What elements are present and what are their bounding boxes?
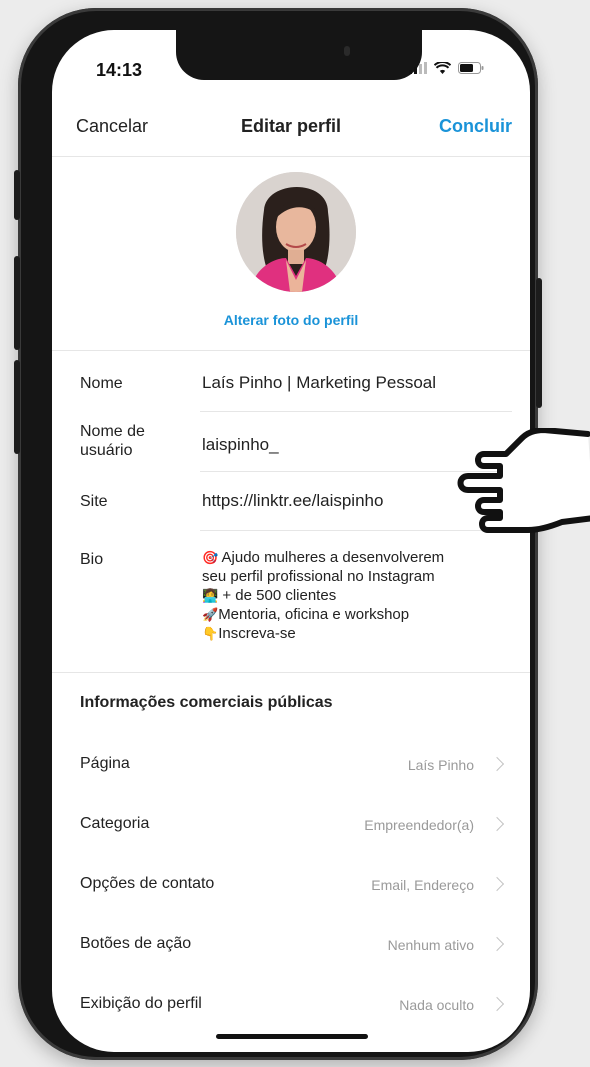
name-label: Nome [80, 375, 123, 392]
row-value: Nenhum ativo [387, 937, 474, 953]
row-label: Categoria [80, 815, 150, 832]
notch [176, 30, 422, 80]
done-button[interactable]: Concluir [439, 116, 512, 137]
row-value: Email, Endereço [371, 877, 474, 893]
row-label: Opções de contato [80, 875, 215, 892]
camera-dot [344, 46, 350, 56]
row-label: Exibição do perfil [80, 995, 202, 1012]
site-field[interactable]: https://linktr.ee/laispinho [202, 491, 383, 511]
divider [52, 672, 530, 673]
home-indicator[interactable] [216, 1034, 368, 1039]
screen: 14:13 Cancelar Editar perfil Concluir Al… [52, 30, 530, 1052]
row-value: Laís Pinho [407, 757, 474, 773]
row-label: Página [80, 755, 130, 772]
bio-line: 🚀Mentoria, oficina e workshop [202, 605, 517, 624]
wifi-icon [434, 62, 451, 74]
divider [52, 350, 530, 351]
bio-line: seu perfil profissional no Instagram [202, 567, 517, 586]
side-button-volume-up [14, 256, 20, 350]
side-button-power [536, 278, 542, 408]
chevron-right-icon [489, 936, 505, 952]
row-value: Empreendedor(a) [364, 817, 474, 833]
woman-technologist-emoji-icon: 👩‍💻 [202, 588, 219, 603]
rocket-emoji-icon: 🚀 [202, 607, 219, 622]
pointing-hand-icon [457, 428, 590, 533]
site-label: Site [80, 493, 108, 510]
username-label-line2: usuário [80, 442, 133, 459]
side-button-mute [14, 170, 20, 220]
pointing-down-emoji-icon: 👇 [202, 626, 219, 641]
bio-line: 👩‍💻 + de 500 clientes [202, 586, 517, 605]
bio-field[interactable]: 🎯 Ajudo mulheres a desenvolverem seu per… [202, 548, 517, 643]
chevron-right-icon [489, 816, 505, 832]
chevron-right-icon [489, 756, 505, 772]
target-emoji-icon: 🎯 [202, 550, 219, 565]
field-separator [200, 411, 512, 412]
row-label: Botões de ação [80, 935, 192, 952]
avatar-image [236, 172, 356, 292]
status-icons [409, 62, 484, 74]
status-time: 14:13 [96, 60, 143, 80]
cancel-button[interactable]: Cancelar [76, 116, 148, 137]
username-label-line1: Nome de [80, 423, 145, 440]
bio-line-text: Inscreva-se [218, 625, 296, 642]
business-section-title: Informações comerciais públicas [80, 694, 333, 711]
username-label: Nome de usuário [80, 422, 145, 460]
signal-icon [409, 62, 427, 74]
bio-label: Bio [80, 551, 104, 568]
bio-line: 👇Inscreva-se [202, 624, 517, 643]
bio-line-text: Ajudo mulheres a desenvolverem [221, 549, 445, 566]
navigation-bar: Cancelar Editar perfil Concluir [52, 102, 530, 157]
chevron-right-icon [489, 876, 505, 892]
battery-icon [458, 62, 484, 74]
username-field[interactable]: laispinho_ [202, 435, 279, 455]
side-button-volume-down [14, 360, 20, 454]
bio-line-text: Mentoria, oficina e workshop [218, 606, 410, 623]
name-field[interactable]: Laís Pinho | Marketing Pessoal [202, 373, 436, 393]
row-value: Nada oculto [399, 997, 474, 1013]
bio-line-text: + de 500 clientes [222, 587, 337, 604]
avatar[interactable] [236, 172, 356, 292]
chevron-right-icon [489, 996, 505, 1012]
change-photo-link[interactable]: Alterar foto do perfil [52, 312, 530, 328]
bio-line: 🎯 Ajudo mulheres a desenvolverem [202, 548, 517, 567]
bio-line-text: seu perfil profissional no Instagram [202, 568, 435, 585]
